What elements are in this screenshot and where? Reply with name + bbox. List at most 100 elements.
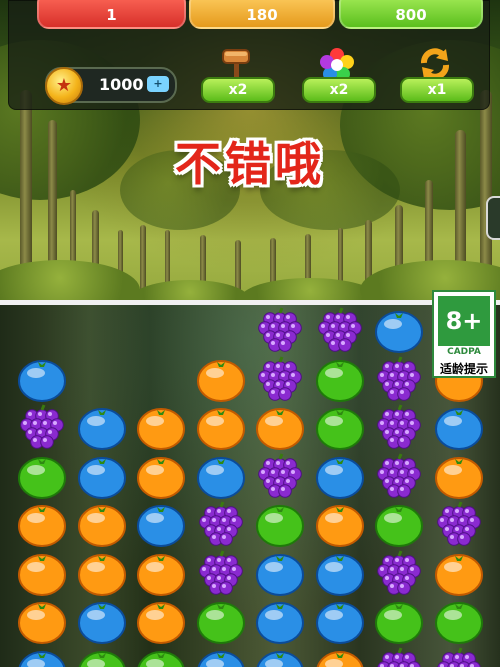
grape-tile[interactable] (434, 501, 484, 549)
grape-icon (377, 355, 421, 401)
orange-icon (256, 408, 304, 450)
green-icon (375, 602, 423, 644)
grape-icon (377, 404, 421, 449)
green-tile[interactable] (315, 404, 365, 452)
blue-tile[interactable] (77, 453, 127, 501)
orange-icon (137, 553, 185, 596)
orange-tile[interactable] (17, 598, 67, 646)
hammer-tool-button[interactable]: x2 (199, 45, 275, 103)
orange-tile[interactable] (17, 550, 67, 598)
orange-tile[interactable] (315, 647, 365, 667)
grape-icon (258, 307, 302, 352)
blue-tile[interactable] (255, 647, 305, 667)
green-tile[interactable] (315, 356, 365, 404)
grape-tile[interactable] (434, 646, 484, 667)
green-tile[interactable] (77, 647, 127, 667)
green-icon (256, 505, 304, 547)
blue-tile[interactable] (374, 307, 424, 355)
orange-tile[interactable] (136, 598, 186, 646)
grape-icon (436, 646, 481, 667)
blue-tile[interactable] (315, 550, 365, 598)
blue-tile[interactable] (136, 501, 186, 549)
blue-tile[interactable] (315, 453, 365, 501)
green-tile[interactable] (374, 501, 424, 549)
grape-tile[interactable] (196, 549, 246, 598)
grape-icon (258, 452, 302, 498)
green-tile[interactable] (255, 501, 305, 549)
green-icon (78, 650, 125, 667)
orange-icon (434, 456, 483, 499)
blue-icon (77, 456, 126, 499)
orange-tile[interactable] (196, 356, 246, 404)
green-tile[interactable] (196, 598, 246, 646)
grape-tile[interactable] (17, 404, 67, 452)
orange-tile[interactable] (77, 501, 127, 549)
blue-tile[interactable] (196, 453, 246, 501)
grape-tile[interactable] (374, 355, 424, 404)
orange-tile[interactable] (315, 501, 365, 549)
orange-tile[interactable] (434, 550, 484, 598)
orange-tile[interactable] (136, 404, 186, 452)
praise-text: 不错哦 (175, 137, 325, 191)
grape-icon (198, 549, 243, 595)
orange-tile[interactable] (136, 550, 186, 598)
grape-tile[interactable] (374, 646, 424, 667)
orange-tile[interactable] (17, 501, 67, 549)
grape-tile[interactable] (315, 307, 365, 355)
blue-tile[interactable] (77, 404, 127, 452)
grape-icon (317, 307, 362, 352)
blue-tile[interactable] (315, 598, 365, 646)
shuffle-tool-button[interactable]: x1 (398, 45, 474, 103)
blue-tile[interactable] (17, 647, 67, 667)
grape-tile[interactable] (255, 307, 305, 355)
star-coin-icon: ★ (45, 67, 83, 105)
grape-icon (436, 501, 481, 546)
flower-icon (320, 48, 354, 81)
green-icon (137, 650, 185, 667)
green-icon (196, 602, 245, 644)
blue-tile[interactable] (255, 550, 305, 598)
blue-tile[interactable] (196, 647, 246, 667)
grape-icon (198, 501, 243, 546)
orange-icon (137, 408, 185, 450)
orange-tile[interactable] (434, 453, 484, 501)
rating-age: 8+ (438, 296, 490, 346)
orange-tile[interactable] (77, 550, 127, 598)
side-menu-handle[interactable] (486, 196, 500, 240)
orange-icon (196, 359, 245, 402)
forest-background: 1 180 800 ★ 1000 + x2 x2 x1 不错哦 (0, 0, 500, 300)
orange-icon (137, 456, 185, 499)
orange-tile[interactable] (196, 404, 246, 452)
grape-tile[interactable] (374, 549, 424, 598)
orange-icon (137, 602, 185, 644)
grape-tile[interactable] (196, 501, 246, 549)
orange-tile[interactable] (136, 453, 186, 501)
blue-icon (18, 359, 66, 402)
blue-tile[interactable] (77, 598, 127, 646)
orange-tile[interactable] (255, 404, 305, 452)
blue-icon (315, 456, 364, 499)
grape-tile[interactable] (255, 355, 305, 404)
green-tile[interactable] (17, 453, 67, 501)
green-tile[interactable] (374, 598, 424, 646)
green-tile[interactable] (136, 647, 186, 667)
green-tile[interactable] (434, 598, 484, 646)
flower-count: x2 (302, 77, 376, 103)
grape-tile[interactable] (255, 452, 305, 501)
add-coins-icon[interactable]: + (147, 76, 169, 92)
orange-icon (18, 505, 66, 547)
coin-value: 1000 (99, 75, 144, 94)
flower-tool-button[interactable]: x2 (300, 45, 376, 103)
coin-balance[interactable]: ★ 1000 + (45, 67, 177, 105)
rating-note: 适龄提示 (439, 362, 488, 376)
grape-tile[interactable] (374, 452, 424, 501)
blue-tile[interactable] (255, 598, 305, 646)
green-icon (18, 456, 66, 499)
blue-icon (434, 408, 483, 450)
blue-tile[interactable] (17, 356, 67, 404)
blue-tile[interactable] (434, 404, 484, 452)
blue-icon (196, 456, 245, 499)
age-rating-badge: 8+ CADPA 适龄提示 (432, 290, 496, 378)
grape-tile[interactable] (374, 404, 424, 452)
grape-icon (377, 646, 421, 667)
